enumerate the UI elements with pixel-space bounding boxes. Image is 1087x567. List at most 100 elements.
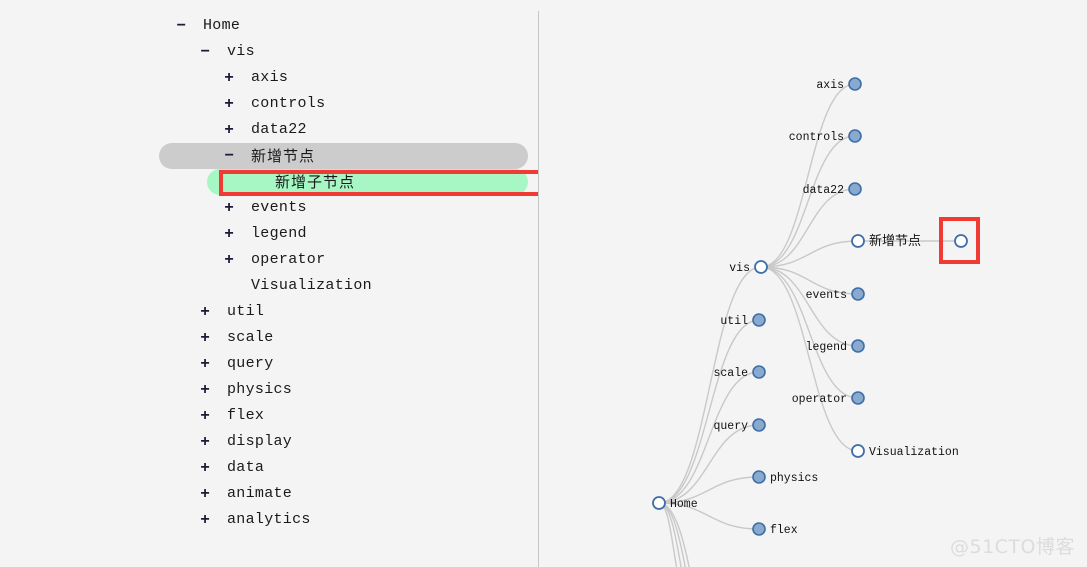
- graph-node-circle[interactable]: [752, 365, 766, 379]
- graph-node-newchild[interactable]: [954, 234, 968, 248]
- graph-node-circle[interactable]: [752, 522, 766, 536]
- expand-icon[interactable]: +: [221, 226, 237, 242]
- tree-item-analytics[interactable]: + analytics: [197, 507, 311, 533]
- expand-icon[interactable]: +: [221, 96, 237, 112]
- tree-item-cjk-6[interactable]: 新增子节点: [245, 169, 355, 195]
- tree-panel: − Home − vis + axis + controls + data22− 新增节点 新增子节…: [0, 0, 538, 567]
- graph-node-circle[interactable]: [851, 234, 865, 248]
- graph-link: [760, 83, 856, 268]
- graph-node-label: 新增节点: [869, 233, 921, 249]
- expand-icon[interactable]: +: [221, 70, 237, 86]
- tree-item-label: 新增节点: [251, 147, 316, 165]
- graph-node-circle[interactable]: [754, 260, 768, 274]
- expand-icon[interactable]: +: [197, 330, 213, 346]
- collapse-icon[interactable]: −: [197, 44, 213, 60]
- graph-link: [760, 240, 859, 268]
- tree-item-label: scale: [227, 329, 274, 346]
- graph-node-circle[interactable]: [848, 182, 862, 196]
- tree-item-label: legend: [251, 225, 307, 242]
- expand-icon[interactable]: +: [221, 122, 237, 138]
- graph-node-circle[interactable]: [851, 339, 865, 353]
- graph-node-label: query: [713, 420, 748, 433]
- graph-node-label: events: [806, 289, 847, 302]
- graph-node-label: data22: [803, 184, 845, 197]
- tree-item-cjk-5[interactable]: − 新增节点: [221, 143, 315, 169]
- graph-node-label: physics: [770, 472, 818, 485]
- tree-item-label: vis: [227, 43, 255, 60]
- graph-node-home[interactable]: Home: [652, 496, 698, 511]
- graph-node-newnode[interactable]: 新增节点: [851, 233, 921, 249]
- collapse-icon[interactable]: −: [173, 18, 189, 34]
- graph-links: [658, 83, 961, 567]
- graph-node-query[interactable]: query: [713, 418, 766, 433]
- graph-link: [658, 319, 760, 504]
- graph-node-label: flex: [770, 524, 798, 537]
- tree-item-display[interactable]: + display: [197, 429, 292, 455]
- graph-node-circle[interactable]: [652, 496, 666, 510]
- tree-item-scale[interactable]: + scale: [197, 325, 274, 351]
- graph-node-circle[interactable]: [752, 418, 766, 432]
- graph-node-data22[interactable]: data22: [803, 182, 862, 197]
- graph-node-flex[interactable]: flex: [752, 522, 798, 537]
- graph-node-legend[interactable]: legend: [806, 339, 865, 354]
- expand-icon[interactable]: +: [197, 304, 213, 320]
- tree-item-controls[interactable]: + controls: [221, 91, 325, 117]
- tree-item-label: events: [251, 199, 307, 216]
- graph-node-util[interactable]: util: [720, 313, 766, 328]
- graph-node-circle[interactable]: [752, 313, 766, 327]
- tree-item-events[interactable]: + events: [221, 195, 307, 221]
- expand-icon[interactable]: +: [221, 200, 237, 216]
- graph-panel: Home vis axis controls data22 新增节点 events legen…: [539, 0, 1087, 567]
- tree-item-label: flex: [227, 407, 265, 424]
- graph-node-circle[interactable]: [752, 470, 766, 484]
- expand-icon[interactable]: +: [197, 460, 213, 476]
- graph-node-label: operator: [792, 393, 847, 406]
- expand-icon[interactable]: +: [221, 252, 237, 268]
- tree-item-vis[interactable]: − vis: [197, 39, 255, 65]
- tree-item-legend[interactable]: + legend: [221, 221, 307, 247]
- tree-item-physics[interactable]: + physics: [197, 377, 292, 403]
- graph-node-circle[interactable]: [851, 287, 865, 301]
- expand-icon[interactable]: +: [197, 408, 213, 424]
- graph-node-events[interactable]: events: [806, 287, 865, 302]
- tree-item-animate[interactable]: + animate: [197, 481, 292, 507]
- graph-node-axis[interactable]: axis: [816, 77, 862, 92]
- graph-node-physics[interactable]: physics: [752, 470, 818, 485]
- graph-link: [760, 135, 856, 268]
- graph-node-vis[interactable]: vis: [729, 260, 768, 275]
- tree-item-operator[interactable]: + operator: [221, 247, 325, 273]
- expand-icon[interactable]: +: [197, 382, 213, 398]
- tree-item-label: operator: [251, 251, 326, 268]
- tree-item-data[interactable]: + data: [197, 455, 264, 481]
- graph-node-controls[interactable]: controls: [789, 129, 862, 144]
- tree-item-util[interactable]: + util: [197, 299, 264, 325]
- expand-icon[interactable]: +: [197, 356, 213, 372]
- graph-node-label: Visualization: [869, 446, 959, 459]
- tree-item-label: physics: [227, 381, 293, 398]
- tree-item-query[interactable]: + query: [197, 351, 274, 377]
- expand-icon[interactable]: +: [197, 486, 213, 502]
- graph-node-label: util: [720, 315, 748, 328]
- tree-item-label: Visualization: [251, 277, 372, 294]
- graph-node-scale[interactable]: scale: [713, 365, 766, 380]
- graph-node-circle[interactable]: [851, 391, 865, 405]
- expand-icon[interactable]: +: [197, 434, 213, 450]
- tree-item-flex[interactable]: + flex: [197, 403, 264, 429]
- collapse-icon[interactable]: −: [221, 148, 237, 164]
- tree-item-home[interactable]: − Home: [173, 13, 240, 39]
- tree-item-visualization[interactable]: Visualization: [221, 273, 372, 299]
- tree-item-label: util: [227, 303, 265, 320]
- graph-node-circle[interactable]: [954, 234, 968, 248]
- tree-item-data22[interactable]: + data22: [221, 117, 307, 143]
- graph-node-label: Home: [670, 498, 698, 511]
- graph-node-visualization[interactable]: Visualization: [851, 444, 959, 459]
- tree-item-label: display: [227, 433, 293, 450]
- graph-node-circle[interactable]: [848, 129, 862, 143]
- graph-node-operator[interactable]: operator: [792, 391, 865, 406]
- leaf-spacer-icon: [221, 278, 237, 294]
- tree-item-axis[interactable]: + axis: [221, 65, 288, 91]
- graph-node-circle[interactable]: [851, 444, 865, 458]
- graph-node-circle[interactable]: [848, 77, 862, 91]
- expand-icon[interactable]: +: [197, 512, 213, 528]
- tree-item-label: controls: [251, 95, 326, 112]
